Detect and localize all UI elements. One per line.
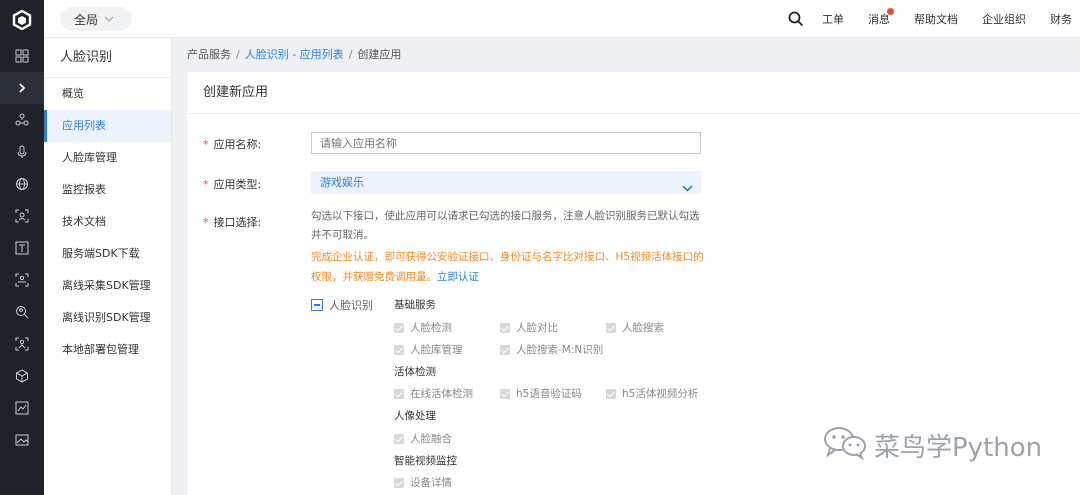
certify-now-link[interactable]: 立即认证	[437, 271, 479, 283]
product-sidebar: 人脸识别 概览 应用列表 人脸库管理 监控报表 技术文档 服务端SDK下载 离线…	[44, 38, 172, 495]
app-name-label: * 应用名称:	[203, 138, 262, 151]
chevron-right-icon[interactable]	[0, 72, 44, 104]
search-face-icon[interactable]	[0, 296, 44, 328]
check-icon	[394, 433, 404, 444]
top-nav: 工单 消息 帮助文档 企业组织 财务	[788, 0, 1080, 38]
checkbox-face-compare: 人脸对比	[500, 320, 558, 335]
sidebar-item-offline-recognition-sdk[interactable]: 离线识别SDK管理	[44, 302, 171, 334]
search-icon[interactable]	[788, 11, 804, 27]
api-select-label: * 接口选择:	[203, 216, 262, 229]
image-chart-icon[interactable]	[0, 392, 44, 424]
page-title: 创建新应用	[187, 72, 1080, 114]
check-icon	[500, 344, 510, 355]
app-name-input[interactable]	[311, 132, 701, 154]
body-scan-icon[interactable]	[0, 328, 44, 360]
wechat-icon	[822, 424, 868, 467]
section-liveness: 活体检测	[394, 366, 436, 378]
icon-rail	[0, 0, 44, 495]
check-icon	[606, 388, 616, 399]
group-label: 人脸识别	[329, 299, 373, 312]
text-icon[interactable]	[0, 232, 44, 264]
check-icon	[394, 322, 404, 333]
face-scan-icon[interactable]	[0, 200, 44, 232]
checkbox-face-search-mn: 人脸搜索-M:N识别	[500, 342, 603, 357]
sidebar-item-tech-docs[interactable]: 技术文档	[44, 206, 171, 238]
checkbox-h5-voice-code: h5语音验证码	[500, 386, 582, 401]
sidebar-item-local-deploy[interactable]: 本地部署包管理	[44, 334, 171, 366]
checkbox-online-liveness: 在线活体检测	[394, 386, 473, 401]
sidebar-item-face-library[interactable]: 人脸库管理	[44, 142, 171, 174]
checkbox-face-library: 人脸库管理	[394, 342, 463, 357]
logo-icon[interactable]	[0, 0, 44, 40]
nodes-icon[interactable]	[0, 104, 44, 136]
scope-label: 全局	[74, 12, 99, 27]
sidebar-item-server-sdk[interactable]: 服务端SDK下载	[44, 238, 171, 270]
sidebar-title: 人脸识别	[44, 38, 171, 78]
image-icon[interactable]	[0, 424, 44, 456]
sidebar-item-overview[interactable]: 概览	[44, 78, 171, 110]
person-scan-icon[interactable]	[0, 264, 44, 296]
nav-help-docs[interactable]: 帮助文档	[914, 11, 958, 27]
app-type-label: * 应用类型:	[203, 178, 262, 191]
scope-selector[interactable]: 全局	[60, 7, 132, 31]
sidebar-item-offline-capture-sdk[interactable]: 离线采集SDK管理	[44, 270, 171, 302]
watermark-text: 菜鸟学Python	[874, 433, 1043, 463]
face-recognition-group[interactable]: 人脸识别	[311, 297, 373, 313]
checkbox-face-merge: 人脸融合	[394, 431, 452, 446]
chevron-down-icon	[682, 177, 693, 200]
globe-icon[interactable]	[0, 168, 44, 200]
breadcrumb-root[interactable]: 产品服务	[187, 48, 231, 61]
unread-dot	[887, 8, 894, 15]
breadcrumb-current: 创建应用	[357, 48, 402, 61]
nav-finance[interactable]: 财务	[1050, 11, 1072, 27]
microphone-icon[interactable]	[0, 136, 44, 168]
sidebar-item-app-list[interactable]: 应用列表	[44, 110, 171, 142]
sidebar-item-monitoring[interactable]: 监控报表	[44, 174, 171, 206]
check-icon	[500, 322, 510, 333]
check-icon	[500, 388, 510, 399]
app-type-select[interactable]: 游戏娱乐	[311, 171, 701, 194]
nav-tickets[interactable]: 工单	[822, 11, 844, 27]
checkbox-device-details: 设备详情	[394, 475, 452, 490]
check-icon	[394, 388, 404, 399]
check-icon	[606, 322, 616, 333]
checkbox-face-search: 人脸搜索	[606, 320, 664, 335]
app-type-value: 游戏娱乐	[320, 176, 364, 189]
indeterminate-checkbox[interactable]	[311, 299, 323, 311]
checkbox-h5-video-analysis: h5活体视频分析	[606, 386, 698, 401]
breadcrumb-link[interactable]: 人脸识别 - 应用列表	[245, 48, 344, 61]
nav-organization[interactable]: 企业组织	[982, 11, 1026, 27]
certification-notice: 完成企业认证，即可获得公安验证接口、身份证与名字比对接口、H5视频活体接口的权限…	[311, 251, 704, 283]
grid-icon[interactable]	[0, 40, 44, 72]
section-video-monitoring: 智能视频监控	[394, 455, 457, 467]
section-basic-services: 基础服务	[394, 299, 436, 311]
section-image-processing: 人像处理	[394, 410, 436, 422]
api-description: 勾选以下接口，使此应用可以请求已勾选的接口服务，注意人脸识别服务已默认勾选并不可…	[311, 210, 700, 241]
checkbox-face-detect: 人脸检测	[394, 320, 452, 335]
check-icon	[394, 344, 404, 355]
top-bar: 全局 工单 消息 帮助文档 企业组织 财务	[44, 0, 1080, 38]
nav-messages-label: 消息	[868, 13, 890, 26]
nav-messages[interactable]: 消息	[868, 8, 894, 27]
breadcrumb: 产品服务 / 人脸识别 - 应用列表 / 创建应用	[187, 48, 402, 61]
check-icon	[394, 477, 404, 488]
cube-icon[interactable]	[0, 360, 44, 392]
chevron-down-icon	[104, 14, 114, 25]
watermark: 菜鸟学Python	[822, 424, 1042, 467]
